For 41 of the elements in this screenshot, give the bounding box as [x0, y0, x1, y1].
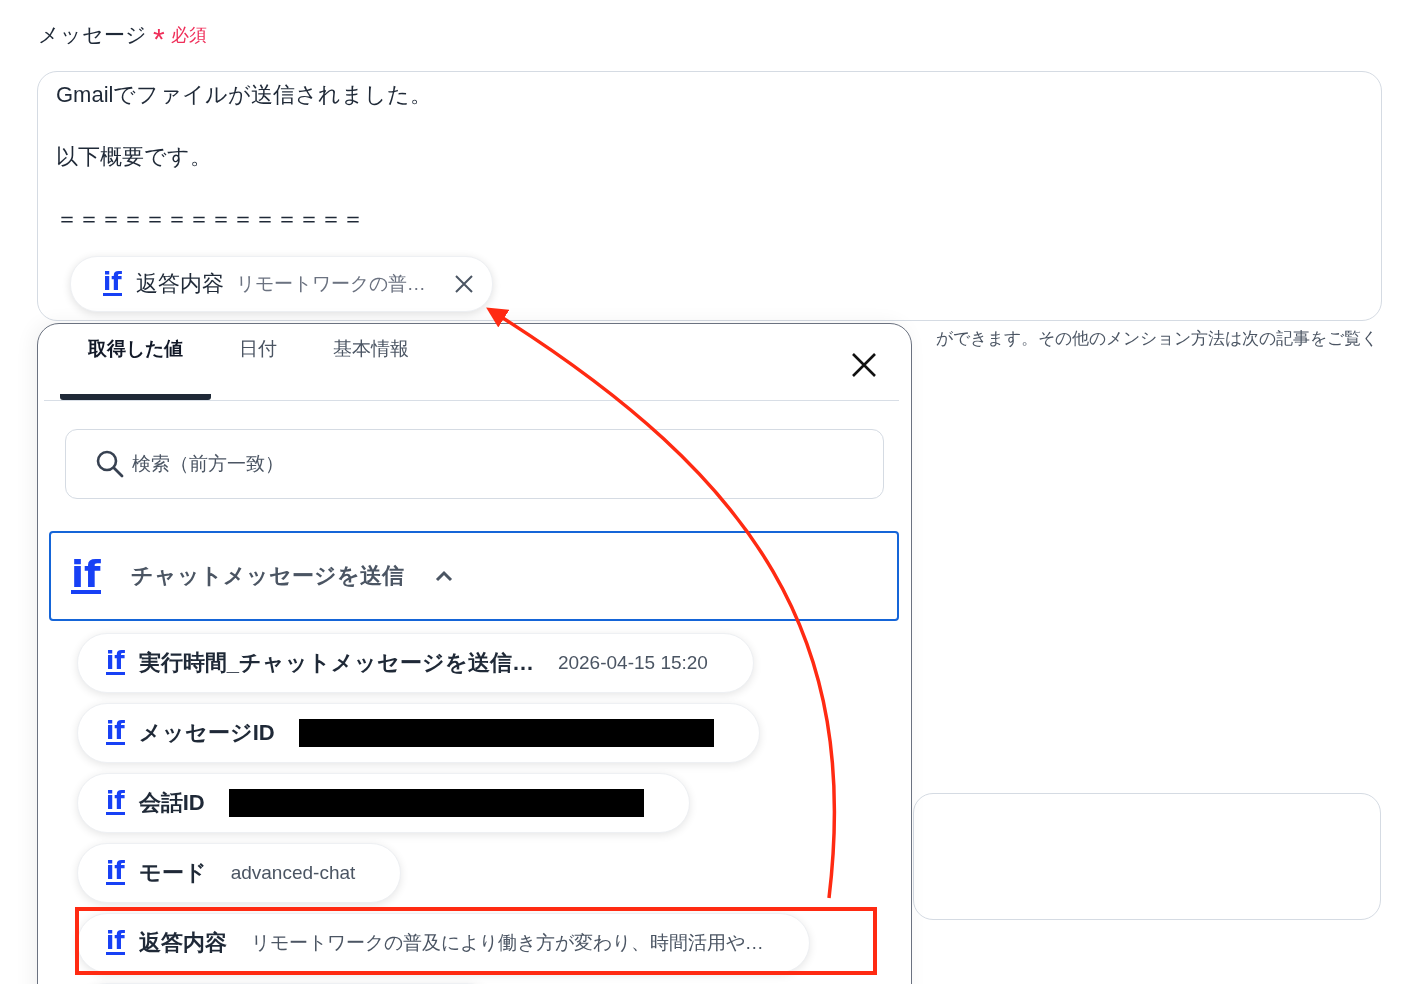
tab[interactable]: 基本情報: [305, 324, 437, 400]
group-title: チャットメッセージを送信: [130, 562, 404, 590]
search-icon: [95, 449, 125, 479]
if-logo: if: [106, 791, 125, 815]
field-label: メッセージ: [38, 22, 147, 48]
required-mark: *: [153, 24, 165, 54]
item-label: 実行時間_チャットメッセージを送信…: [138, 649, 534, 677]
close-icon[interactable]: [851, 352, 877, 378]
item-label: メッセージID: [138, 719, 275, 747]
message-line: Gmailでファイルが送信されました。: [56, 81, 434, 109]
chip-value: リモートワークの普…: [235, 272, 426, 296]
if-logo: if: [106, 651, 125, 675]
message-line: ＝＝＝＝＝＝＝＝＝＝＝＝＝＝: [56, 205, 365, 233]
variable-item[interactable]: if モード advanced-chat: [77, 843, 402, 903]
item-label: 会話ID: [138, 789, 205, 817]
variable-chip[interactable]: if 返答内容 リモートワークの普…: [70, 256, 493, 312]
required-text: 必須: [170, 24, 207, 47]
tab[interactable]: 日付: [211, 324, 305, 400]
if-logo: if: [106, 721, 125, 745]
chip-label: 返答内容: [135, 270, 224, 298]
variable-item[interactable]: if 会話ID: [77, 773, 690, 833]
item-label: 返答内容: [138, 929, 227, 957]
item-value: リモートワークの普及により働き方が変わり、時間活用や…: [250, 931, 764, 955]
if-logo: if: [71, 557, 101, 595]
search-field[interactable]: 検索（前方一致）: [65, 429, 884, 499]
help-text: ができます。その他のメンション方法は次の記事をご覧く: [936, 328, 1378, 350]
item-value: advanced-chat: [230, 862, 356, 884]
item-value: 2026-04-15 15:20: [557, 652, 708, 674]
tab[interactable]: 取得した値: [60, 324, 211, 400]
if-logo: if: [106, 931, 125, 955]
variable-item[interactable]: if 実行時間_チャットメッセージを送信… 2026-04-15 15:20: [77, 633, 754, 693]
group-header[interactable]: if チャットメッセージを送信: [49, 531, 899, 621]
text-field[interactable]: [913, 793, 1381, 920]
item-label: モード: [138, 859, 207, 887]
variable-item[interactable]: if メッセージID: [77, 703, 760, 763]
if-logo: if: [106, 861, 125, 885]
if-logo: if: [103, 272, 122, 296]
close-icon[interactable]: [453, 274, 474, 294]
message-editor[interactable]: Gmailでファイルが送信されました。 以下概要です。 ＝＝＝＝＝＝＝＝＝＝＝＝＝＝ if 返答内容 リモートワークの普…: [37, 71, 1382, 321]
message-line: 以下概要です。: [56, 143, 213, 171]
variable-item[interactable]: if 返答内容 リモートワークの普及により働き方が変わり、時間活用や…: [77, 913, 810, 973]
